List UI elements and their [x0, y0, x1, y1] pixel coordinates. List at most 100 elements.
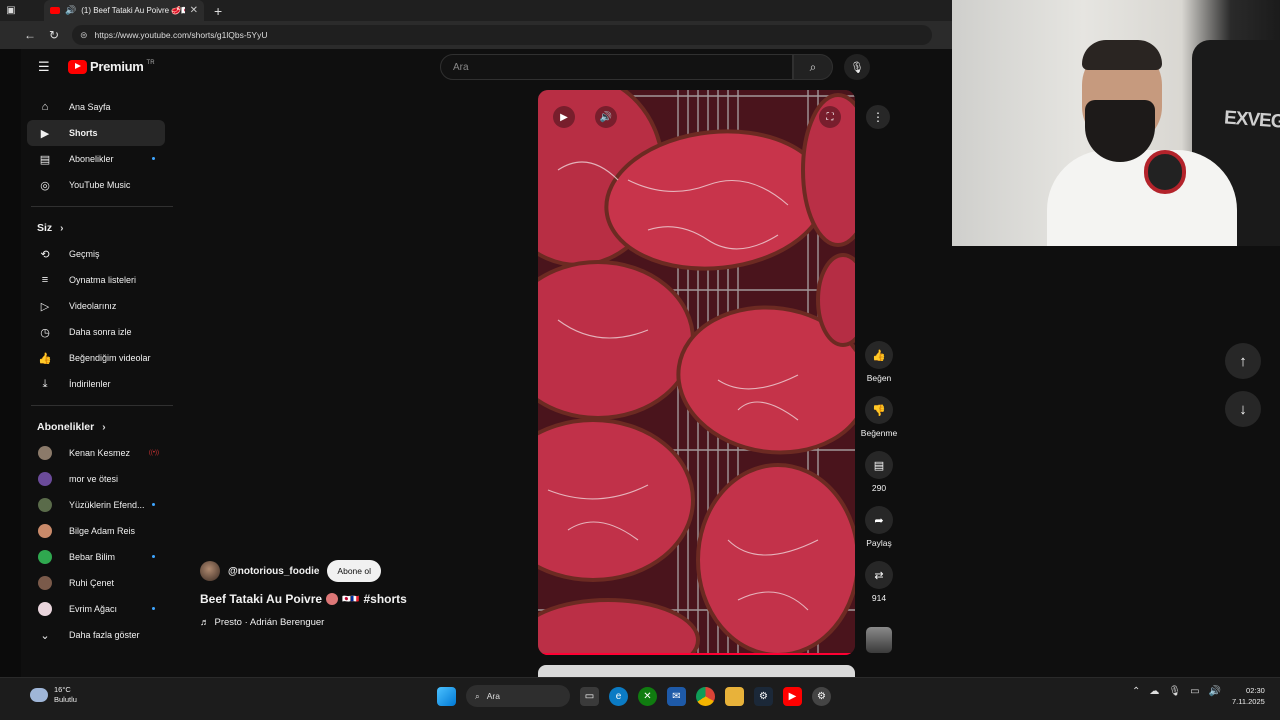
weather-widget[interactable]: 16°C Bulutlu — [30, 685, 77, 705]
chevron-right-icon: › — [60, 222, 64, 234]
chrome-icon[interactable] — [696, 686, 715, 706]
sidebar-item-label: Ana Sayfa — [69, 102, 111, 112]
task-view-icon[interactable]: ▭ — [580, 686, 599, 706]
sidebar-item-downloads[interactable]: ⤓ İndirilenler — [27, 371, 165, 397]
sidebar-item-youtube-music[interactable]: ◎ YouTube Music — [27, 172, 165, 198]
short-title[interactable]: Beef Tataki Au Poivre 🇯🇵🇫🇷 #shorts — [200, 592, 500, 606]
youtube-play-icon — [68, 59, 87, 74]
show-more-button[interactable]: ⌄ Daha fazla göster — [27, 622, 165, 648]
subscriptions-section-header[interactable]: Abonelikler › — [21, 414, 173, 440]
weather-condition: Bulutlu — [54, 695, 77, 704]
comments-button[interactable]: ▤ 290 — [859, 451, 899, 493]
sidebar-item-your-videos[interactable]: ▷ Videolarınız — [27, 293, 165, 319]
sidebar-item-liked-videos[interactable]: 👍 Beğendiğim videolar — [27, 345, 165, 371]
youtube-app-icon[interactable]: ▶ — [783, 686, 802, 706]
fullscreen-icon[interactable]: ⛶ — [819, 106, 841, 128]
browser-tab[interactable]: 🔊 (1) Beef Tataki Au Poivre 🥩🇯🇵🇫🇷 #short… — [44, 0, 204, 21]
site-info-icon[interactable]: ⊜ — [80, 30, 88, 41]
sidebar-item-subscriptions[interactable]: ▤ Abonelikler — [27, 146, 165, 172]
menu-icon[interactable]: ☰ — [38, 59, 52, 75]
like-label: Beğen — [866, 373, 892, 383]
reload-icon[interactable]: ↻ — [42, 28, 66, 42]
microphone-icon[interactable]: 🎙 — [1168, 686, 1181, 697]
chevron-right-icon: › — [102, 421, 106, 433]
share-button[interactable]: ➦ Paylaş — [859, 506, 899, 548]
subscription-item[interactable]: Yüzüklerin Efend... — [27, 492, 165, 518]
sidebar-item-home[interactable]: ⌂ Ana Sayfa — [27, 94, 165, 120]
dislike-icon: 👎 — [865, 396, 893, 424]
volume-icon[interactable]: 🔊 — [595, 106, 617, 128]
tab-actions-icon[interactable]: ▣ — [0, 0, 22, 21]
channel-avatar — [38, 524, 52, 538]
volume-icon[interactable]: 🔊 — [1209, 686, 1221, 697]
start-icon[interactable] — [437, 686, 456, 706]
brand-text: Premium — [90, 59, 144, 74]
like-button[interactable]: 👍 Beğen — [859, 341, 899, 383]
channel-avatar — [38, 550, 52, 564]
mic-icon[interactable]: 🎙 — [844, 54, 870, 80]
short-title-flags: 🇯🇵🇫🇷 — [342, 596, 360, 603]
comment-count: 290 — [871, 483, 887, 493]
sidebar-item-label: YouTube Music — [69, 180, 131, 190]
taskbar-search[interactable]: ⌕ Ara — [466, 685, 570, 707]
subscription-item[interactable]: Bilge Adam Reis — [27, 518, 165, 544]
network-icon[interactable]: ▭ — [1190, 686, 1199, 697]
channel-avatar — [38, 472, 52, 486]
xbox-icon[interactable]: ✕ — [638, 686, 657, 706]
close-tab-icon[interactable]: ✕ — [190, 5, 198, 16]
your-videos-icon: ▷ — [40, 300, 50, 313]
settings-icon[interactable]: ⚙ — [812, 686, 831, 706]
sidebar-item-watch-later[interactable]: ◷ Daha sonra izle — [27, 319, 165, 345]
channel-name[interactable]: @notorious_foodie — [228, 566, 319, 577]
time: 02:30 — [1246, 686, 1265, 695]
you-section-header[interactable]: Siz › — [21, 215, 173, 241]
sound-thumbnail[interactable] — [866, 627, 892, 653]
sidebar-item-history[interactable]: ⟲ Geçmiş — [27, 241, 165, 267]
dislike-label: Beğenme — [860, 428, 898, 438]
onedrive-icon[interactable]: ☁ — [1149, 686, 1159, 697]
subscription-item[interactable]: Ruhi Çenet — [27, 570, 165, 596]
new-content-dot — [152, 503, 155, 506]
dislike-button[interactable]: 👎 Beğenme — [859, 396, 899, 438]
subscription-item[interactable]: Evrim Ağacı — [27, 596, 165, 622]
channel-avatar[interactable] — [200, 561, 220, 581]
tray-overflow-icon[interactable]: ⌃ — [1132, 686, 1140, 697]
next-short-preview[interactable] — [538, 665, 855, 677]
subscription-item[interactable]: mor ve ötesi — [27, 466, 165, 492]
outlook-icon[interactable]: ✉ — [667, 686, 686, 706]
search-icon[interactable]: ⌕ — [793, 54, 833, 80]
sidebar-item-playlists[interactable]: ≡ Oynatma listeleri — [27, 267, 165, 293]
sidebar-item-shorts[interactable]: ▶ Shorts — [27, 120, 165, 146]
previous-short-button[interactable]: ↑ — [1225, 343, 1261, 379]
steam-icon[interactable]: ⚙ — [754, 686, 773, 706]
edge-icon[interactable]: e — [609, 686, 628, 706]
sidebar-item-label: İndirilenler — [69, 379, 111, 389]
next-short-button[interactable]: ↓ — [1225, 391, 1261, 427]
subscription-item[interactable]: Kenan Kesmez ((•)) — [27, 440, 165, 466]
speaker-icon[interactable]: 🔊 — [65, 5, 76, 16]
live-indicator-icon: ((•)) — [148, 450, 159, 456]
back-icon[interactable]: ← — [18, 28, 42, 42]
remix-button[interactable]: ⇄ 914 — [859, 561, 899, 603]
file-explorer-icon[interactable] — [725, 686, 744, 706]
subscribe-button[interactable]: Abone ol — [327, 560, 381, 582]
clock[interactable]: 02:30 7.11.2025 — [1232, 685, 1265, 707]
hashtag-link[interactable]: #shorts — [363, 592, 406, 606]
url-field[interactable]: ⊜ https://www.youtube.com/shorts/g1lQbs-… — [72, 25, 932, 45]
subscription-item[interactable]: Bebar Bilim — [27, 544, 165, 570]
progress-bar[interactable] — [538, 653, 855, 655]
more-options-icon[interactable]: ⋮ — [866, 105, 890, 129]
playlist-icon: ≡ — [41, 274, 49, 286]
new-tab-icon[interactable]: + — [214, 3, 222, 19]
show-more-label: Daha fazla göster — [69, 630, 140, 640]
play-icon[interactable]: ▶ — [553, 106, 575, 128]
search-icon: ⌕ — [475, 690, 480, 701]
youtube-logo[interactable]: Premium TR — [68, 59, 155, 74]
channel-name: Kenan Kesmez — [69, 448, 131, 458]
music-label: Presto · Adrián Berenguer — [214, 617, 325, 628]
short-video-player[interactable]: ▶ 🔊 ⛶ — [538, 90, 855, 655]
search-input[interactable]: Ara — [440, 54, 793, 80]
music-row[interactable]: ♬ Presto · Adrián Berenguer — [200, 617, 500, 628]
taskbar-search-label: Ara — [486, 691, 500, 701]
sidebar-item-label: Shorts — [69, 128, 98, 138]
